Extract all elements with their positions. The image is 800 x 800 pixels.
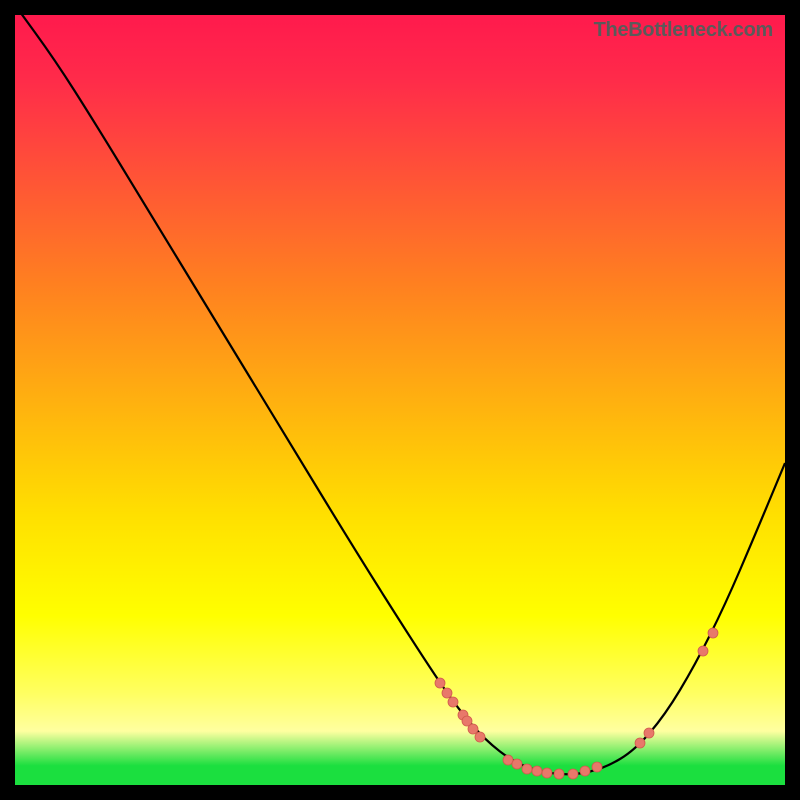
- data-marker: [512, 759, 522, 769]
- plot-area: TheBottleneck.com: [15, 15, 785, 785]
- data-marker: [568, 769, 578, 779]
- data-marker: [448, 697, 458, 707]
- chart-container: TheBottleneck.com: [0, 0, 800, 800]
- data-marker: [522, 764, 532, 774]
- data-marker: [708, 628, 718, 638]
- data-marker: [435, 678, 445, 688]
- data-marker: [468, 724, 478, 734]
- data-marker: [580, 766, 590, 776]
- data-marker: [635, 738, 645, 748]
- data-marker: [592, 762, 602, 772]
- data-markers: [435, 628, 718, 779]
- data-marker: [442, 688, 452, 698]
- data-marker: [698, 646, 708, 656]
- data-marker: [644, 728, 654, 738]
- data-marker: [542, 768, 552, 778]
- chart-svg: [15, 15, 785, 785]
- data-marker: [475, 732, 485, 742]
- bottleneck-curve: [15, 15, 785, 774]
- data-marker: [554, 769, 564, 779]
- data-marker: [532, 766, 542, 776]
- data-marker: [503, 755, 513, 765]
